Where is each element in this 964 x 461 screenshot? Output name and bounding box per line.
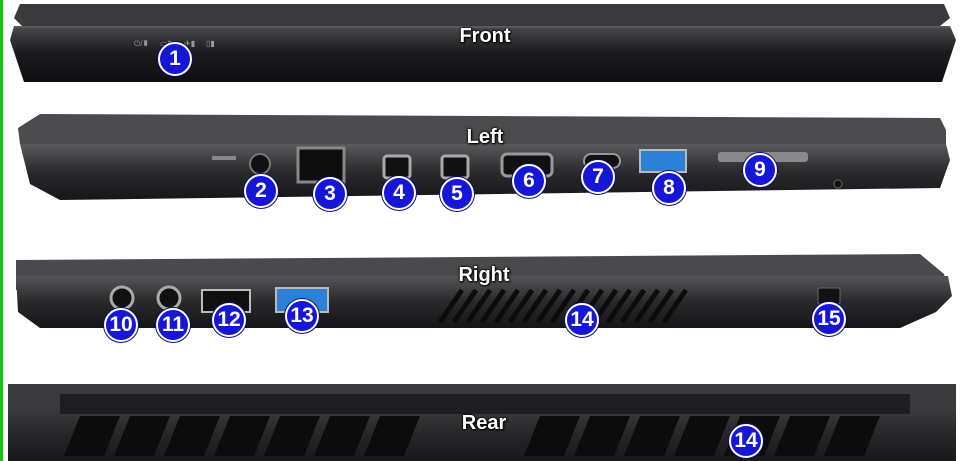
- callout-14-right: 14: [565, 303, 599, 337]
- callout-5: 5: [440, 177, 474, 211]
- callout-14-rear: 14: [729, 424, 763, 458]
- callout-4: 4: [382, 176, 416, 210]
- callout-1: 1: [158, 42, 192, 76]
- callout-6: 6: [512, 164, 546, 198]
- svg-text:⏻/▮: ⏻/▮: [134, 39, 149, 48]
- callout-8: 8: [652, 171, 686, 205]
- callout-12: 12: [212, 303, 246, 337]
- callout-2: 2: [244, 174, 278, 208]
- left-label: Left: [466, 126, 504, 148]
- callout-13: 13: [285, 299, 319, 333]
- callout-7: 7: [581, 160, 615, 194]
- left-view-image: [18, 114, 950, 200]
- callout-9: 9: [743, 153, 777, 187]
- callout-15: 15: [812, 302, 846, 336]
- callout-3: 3: [313, 177, 347, 211]
- svg-text:▯▮: ▯▮: [206, 39, 215, 48]
- callout-11: 11: [156, 308, 190, 342]
- right-label: Right: [458, 264, 510, 286]
- front-label: Front: [459, 25, 511, 47]
- callout-10: 10: [104, 308, 138, 342]
- rear-label: Rear: [461, 412, 507, 434]
